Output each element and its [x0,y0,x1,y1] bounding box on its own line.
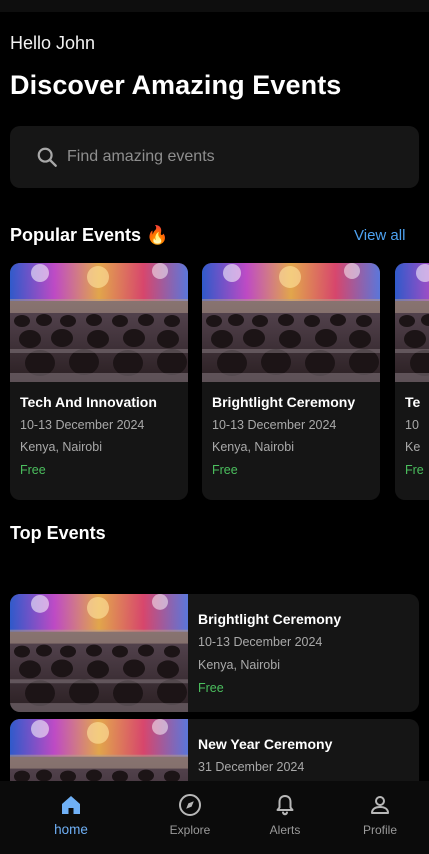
event-title: Te [405,394,421,410]
event-date: 10 [405,418,419,432]
event-image [202,263,380,382]
bell-icon [276,795,294,816]
home-icon [62,796,80,814]
event-location: Kenya, Nairobi [20,440,102,454]
nav-label: Alerts [269,823,301,837]
event-location: Kenya, Nairobi [198,658,280,672]
bottom-navigation: home Explore Alerts Profile [0,781,429,854]
search-icon [37,147,57,167]
compass-icon [179,794,201,816]
event-title: Brightlight Ceremony [198,611,342,627]
event-price: Free [198,681,224,695]
top-events-heading: Top Events [10,523,106,543]
event-title: Tech And Innovation [20,394,157,410]
nav-alerts[interactable]: Alerts [245,781,325,854]
top-event-row[interactable]: Brightlight Ceremony 10-13 December 2024… [10,594,419,712]
nav-profile[interactable]: Profile [340,781,420,854]
nav-label: Explore [169,823,211,837]
event-date: 31 December 2024 [198,760,305,774]
search-bar[interactable]: Find amazing events [10,126,419,188]
event-image [10,263,188,382]
event-image [10,594,188,712]
page-title: Discover Amazing Events [10,70,342,100]
event-date: 10-13 December 2024 [20,418,145,432]
event-location: Kenya, Nairobi [212,440,294,454]
nav-explore[interactable]: Explore [150,781,230,854]
event-price: Free [20,463,46,477]
greeting-text: Hello John [10,33,96,53]
event-date: 10-13 December 2024 [198,635,323,649]
status-bar [0,0,429,12]
app-screen: Hello John Discover Amazing Events Find … [0,0,429,854]
event-price: Free [212,463,238,477]
event-location: Ke [405,440,421,454]
nav-label: home [54,822,88,837]
popular-events-heading: Popular Events 🔥 [10,225,169,245]
event-title: Brightlight Ceremony [212,394,356,410]
nav-home[interactable]: home [31,781,111,854]
event-date: 10-13 December 2024 [212,418,337,432]
event-title: New Year Ceremony [198,736,333,752]
view-all-link[interactable]: View all [354,227,405,244]
popular-event-card[interactable]: Tech And Innovation 10-13 December 2024 … [10,263,188,500]
event-price: Fre [405,463,424,477]
popular-event-card[interactable]: Brightlight Ceremony 10-13 December 2024… [202,263,380,500]
event-image [395,263,429,382]
popular-event-card[interactable]: Te 10 Ke Fre [395,263,429,500]
nav-label: Profile [362,823,397,837]
search-placeholder[interactable]: Find amazing events [67,148,215,166]
person-icon [371,796,389,814]
